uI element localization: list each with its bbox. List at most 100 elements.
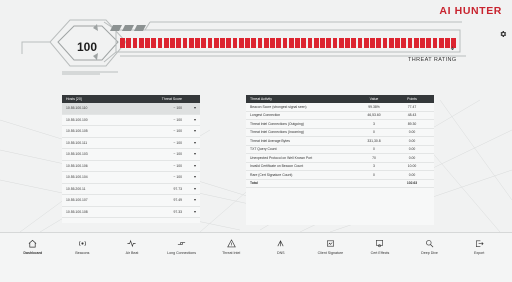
threat-meter-segment — [220, 38, 225, 48]
threat-meter-segment — [157, 38, 163, 48]
nav-export[interactable]: Export — [454, 239, 504, 282]
activity-points: 0.00 — [408, 172, 416, 177]
threat-meter-segment — [213, 38, 219, 48]
nav-label-long-connections: Long Connections — [167, 251, 197, 255]
expand-caret-icon[interactable] — [194, 107, 196, 109]
threat-meter-segment — [395, 38, 400, 48]
activity-value: 3 — [373, 164, 375, 169]
hosts-list: 10.55.100.110 ~ 100 10.55.100.100 ~ 100 10.5… — [62, 103, 200, 218]
threat-meter-segment — [282, 38, 288, 48]
activity-row: Rare (Cert Signature Count) 0 0.00 — [246, 171, 434, 180]
nav-air-beat[interactable]: Air Beat — [107, 239, 157, 282]
threat-meter-segment — [370, 38, 375, 48]
expand-caret-icon[interactable] — [194, 141, 196, 144]
threat-meter-segment — [313, 38, 319, 48]
host-row[interactable]: 10.55.100.100 ~ 100 — [62, 115, 200, 126]
expand-caret-icon[interactable] — [194, 199, 196, 201]
nav-long-connections[interactable]: Long Connections — [157, 239, 207, 282]
activity-row: Threat Intel Connections (Outgoing) 3 89.3… — [246, 120, 434, 129]
activity-points: 0.00 — [408, 130, 416, 135]
threat-meter — [120, 38, 456, 48]
threat-meter-segment — [145, 38, 150, 48]
hosts-header-label[interactable]: Hosts [20] — [66, 97, 82, 101]
activity-points: 0.00 — [408, 147, 416, 152]
nav-label-beacons: Beacons — [75, 251, 90, 255]
host-threat-score: 97.73 — [173, 186, 183, 191]
host-row[interactable]: 10.55.100.106 ~ 100 — [62, 161, 200, 172]
threat-meter-segment — [182, 38, 188, 48]
threat-meter-segment — [295, 38, 300, 48]
activity-name: Longest Connection — [250, 113, 281, 118]
certificate-icon — [376, 240, 384, 248]
host-row[interactable]: 10.55.100.103 ~ 100 — [62, 149, 200, 161]
threat-meter-segment — [413, 38, 419, 48]
activity-points: 10.00 — [407, 164, 417, 169]
threat-meter-segment — [188, 38, 194, 48]
download-icon[interactable] — [450, 46, 455, 51]
expand-caret-icon[interactable] — [194, 187, 196, 190]
host-threat-score: ~ 100 — [173, 106, 182, 111]
threat-meter-segment — [345, 38, 350, 48]
nav-dns[interactable]: DNS — [256, 239, 306, 282]
nav-threat-intel[interactable]: Threat Intel — [206, 239, 256, 282]
expand-caret-icon[interactable] — [194, 153, 196, 155]
nav-dashboard[interactable]: Dashboard — [8, 239, 58, 282]
activity-header-label: Threat Activity — [250, 97, 272, 101]
host-row[interactable]: 10.55.100.111 ~ 100 — [62, 138, 200, 149]
total-points: 102.63 — [406, 181, 418, 186]
expand-caret-icon[interactable] — [194, 130, 196, 132]
nav-deep-dive[interactable]: Deep Dive — [405, 239, 455, 282]
host-row[interactable]: 10.55.100.108 97.33 — [62, 207, 200, 218]
activity-name: Rare (Cert Signature Count) — [250, 172, 293, 177]
points-header-label: Points — [407, 97, 417, 101]
expand-caret-icon[interactable] — [194, 164, 196, 167]
activity-points: 89.30 — [407, 121, 417, 126]
expand-caret-icon[interactable] — [194, 176, 196, 178]
expand-caret-icon[interactable] — [194, 118, 196, 121]
host-row[interactable]: 10.55.100.105 ~ 100 — [62, 126, 200, 138]
hosts-panel: Hosts [20] Threat Score 10.55.100.110 ~ 1… — [62, 95, 200, 223]
threat-meter-segment — [357, 38, 363, 48]
host-row[interactable]: 10.55.100.104 ~ 100 — [62, 172, 200, 184]
nav-label-deep-dive: Deep Dive — [421, 251, 438, 255]
threat-meter-segment — [232, 38, 238, 48]
host-ip: 10.55.200.11 — [66, 186, 86, 191]
activity-points: 77.47 — [407, 104, 417, 109]
activity-row: Unexpected Protocol on Well Known Port 70… — [246, 154, 434, 163]
threat-meter-segment — [363, 38, 369, 48]
value-header-label: Value — [369, 97, 379, 101]
settings-gear-icon[interactable] — [499, 30, 507, 38]
host-row[interactable]: 10.55.100.107 97.49 — [62, 195, 200, 207]
expand-caret-icon[interactable] — [194, 210, 196, 213]
host-threat-score: ~ 100 — [173, 163, 182, 168]
threat-score-header-label[interactable]: Threat Score — [162, 97, 182, 101]
activity-table-header: Threat Activity Value Points — [246, 95, 434, 103]
home-icon — [28, 239, 37, 248]
activity-row: Invalid Certificate on Beacon Count 3 10.0… — [246, 163, 434, 171]
activity-value: 331,30.8 — [367, 138, 381, 143]
threat-meter-segment — [151, 38, 156, 48]
nav-beacons[interactable]: Beacons — [58, 239, 108, 282]
host-row[interactable]: 10.55.100.110 ~ 100 — [62, 103, 200, 115]
activity-name: Threat Intel Average Bytes — [250, 138, 290, 143]
activity-points: 48.43 — [407, 113, 417, 118]
threat-meter-segment — [257, 38, 263, 48]
threat-rating-label: THREAT RATING — [408, 57, 457, 63]
threat-meter-segment — [326, 38, 331, 48]
threat-meter-segment — [170, 38, 175, 48]
host-row[interactable]: 10.55.200.11 97.73 — [62, 184, 200, 195]
host-ip: 10.55.100.100 — [66, 117, 88, 122]
activity-value: 46,53.60 — [367, 113, 381, 118]
activity-value: 3 — [373, 121, 375, 126]
host-threat-score: ~ 100 — [173, 152, 182, 157]
threat-meter-segment — [432, 38, 438, 48]
nav-cert-effects[interactable]: Cert Effects — [355, 239, 405, 282]
nav-client-signature[interactable]: Client Signature — [306, 239, 356, 282]
app-logo[interactable]: AI HUNTER — [439, 5, 502, 17]
activity-row: Threat Intel Connections (Incoming) 0 0.00 — [246, 129, 434, 137]
activity-name: Unexpected Protocol on Well Known Port — [250, 155, 313, 160]
dns-icon — [277, 240, 284, 247]
total-label: Total — [250, 181, 258, 186]
threat-meter-segment — [401, 38, 406, 48]
activity-name: Threat Intel Connections (Incoming) — [250, 130, 304, 135]
